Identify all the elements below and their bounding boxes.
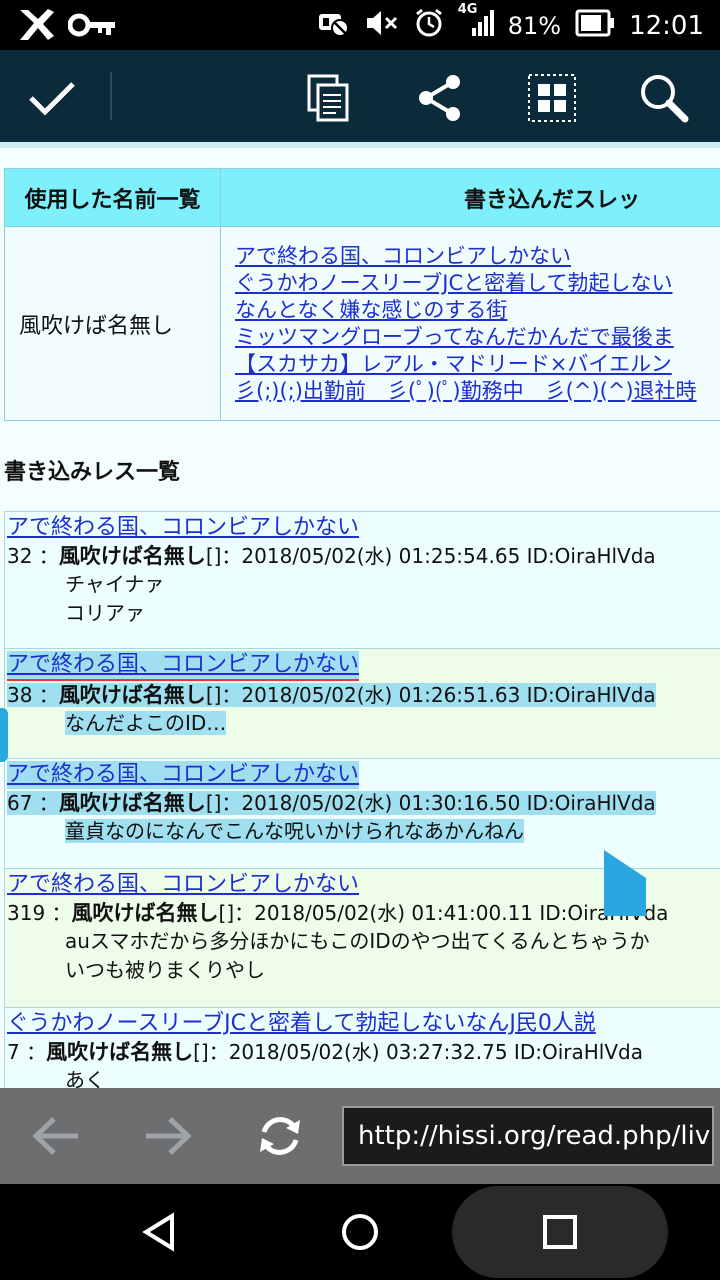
status-bar: 4G 81% 12:01 [0, 0, 720, 50]
url-field[interactable]: http://hissi.org/read.php/liv [342, 1106, 714, 1166]
selection-end-handle[interactable] [604, 850, 646, 916]
selection-start-handle[interactable] [0, 708, 8, 762]
post-number: 32 [7, 544, 33, 568]
poster-name: 風吹けば名無し [58, 683, 206, 707]
check-icon [29, 82, 75, 116]
thread-link[interactable]: ミッツマングローブってなんだかんだで最後ま [235, 324, 720, 351]
post-line: 童貞なのになんでこんな呪いかけられなあかんねん [65, 819, 524, 843]
recents-button[interactable] [536, 1208, 584, 1256]
copy-icon [307, 74, 349, 122]
poster-mail: [] [193, 1040, 209, 1064]
app-x-icon [16, 8, 56, 46]
names-header: 使用した名前一覧 [4, 168, 221, 227]
home-icon [342, 1214, 378, 1250]
poster-name: 風吹けば名無し [58, 544, 206, 568]
post-block: ぐうかわノースリーブJCと密着して勃起しないなんJ民0人説 7 ：風吹けば名無し… [4, 1007, 720, 1088]
post-meta: 2018/05/02(水) 01:25:54.65 ID:OiraHlVda [241, 544, 656, 568]
share-icon [419, 75, 460, 121]
done-button[interactable] [24, 70, 80, 126]
poster-mail: [] [205, 683, 222, 707]
thread-link-list: アで終わる国、コロンビアしかない ぐうかわノースリーブJCと密着して勃起しない … [220, 226, 720, 421]
battery-percent: 81% [507, 12, 562, 40]
poster-mail: [] [218, 901, 235, 925]
post-header: 7 ：風吹けば名無し[]：2018/05/02(水) 03:27:32.75 I… [7, 1040, 643, 1064]
thread-link[interactable]: なんとなく嫌な感じのする街 [235, 297, 720, 324]
alarm-icon [414, 8, 444, 44]
post-header: 67 ：風吹けば名無し[]：2018/05/02(水) 01:30:16.50 … [7, 791, 656, 815]
selection-toolbar [0, 50, 720, 142]
post-line: auスマホだから多分ほかにもこのIDのやつ出てくるんとちゃうか [65, 929, 650, 953]
thread-link[interactable]: アで終わる国、コロンビアしかない [235, 243, 720, 270]
post-thread-link[interactable]: アで終わる国、コロンビアしかない [7, 651, 360, 681]
share-button[interactable] [412, 70, 468, 126]
section-title: 書き込みレス一覧 [4, 460, 181, 485]
threads-header: 書き込んだスレッ [220, 168, 720, 227]
vibrate-off-icon [316, 8, 350, 44]
web-content[interactable]: 使用した名前一覧 書き込んだスレッ 風吹けば名無し アで終わる国、コロンビアしか… [0, 148, 720, 1088]
post-body: チャイナァ コリアァ [7, 570, 720, 628]
poster-name: 風吹けば名無し [71, 901, 219, 925]
back-button[interactable] [28, 1110, 84, 1162]
key-icon [67, 10, 118, 44]
post-line: あく [65, 1068, 105, 1088]
refresh-icon [260, 1117, 300, 1155]
post-header: 32 ：風吹けば名無し[]：2018/05/02(水) 01:25:54.65 … [7, 544, 656, 568]
forward-arrow-icon [146, 1117, 192, 1155]
post-meta: 2018/05/02(水) 03:27:32.75 ID:OiraHlVda [228, 1040, 643, 1064]
back-arrow-icon [32, 1117, 78, 1155]
nav-back-icon [142, 1212, 174, 1252]
mute-icon [364, 8, 400, 44]
recents-icon [543, 1215, 577, 1249]
post-line: なんだよこのID… [65, 711, 227, 735]
post-meta: 2018/05/02(水) 01:30:16.50 ID:OiraHlVda [241, 791, 656, 815]
names-table: 使用した名前一覧 書き込んだスレッ 風吹けば名無し アで終わる国、コロンビアしか… [4, 168, 720, 421]
used-name: 風吹けば名無し [4, 226, 221, 421]
clock: 12:01 [629, 11, 704, 41]
post-number: 67 [7, 791, 33, 815]
poster-name: 風吹けば名無し [46, 1040, 194, 1064]
signal-icon: 4G [458, 2, 494, 44]
post-number: 7 [7, 1040, 20, 1064]
poster-mail: [] [205, 544, 222, 568]
post-thread-link[interactable]: ぐうかわノースリーブJCと密着して勃起しないなんJ民0人説 [7, 1010, 596, 1038]
post-thread-link[interactable]: アで終わる国、コロンビアしかない [7, 514, 359, 542]
refresh-button[interactable] [252, 1110, 308, 1162]
battery-icon [575, 9, 615, 43]
post-body: なんだよこのID… [7, 709, 720, 738]
select-all-icon [528, 74, 576, 122]
post-body: 童貞なのになんでこんな呪いかけられなあかんねん [7, 817, 720, 846]
post-line: チャイナァ [65, 572, 165, 596]
thread-link[interactable]: ぐうかわノースリーブJCと密着して勃起しない [235, 270, 720, 297]
search-icon [641, 75, 689, 123]
system-back-button[interactable] [136, 1208, 184, 1256]
toolbar-divider [110, 72, 112, 120]
system-nav-bar [0, 1184, 720, 1280]
thread-link[interactable]: 彡(;)(;)出勤前 彡(ﾟ)(ﾟ)勤務中 彡(^)(^)退社時 [235, 378, 720, 405]
post-block: アで終わる国、コロンビアしかない 38 ：風吹けば名無し[]：2018/05/0… [4, 648, 720, 759]
forward-button[interactable] [140, 1110, 196, 1162]
browser-nav-bar: http://hissi.org/read.php/liv [0, 1088, 720, 1184]
home-button[interactable] [336, 1208, 384, 1256]
thread-link[interactable]: 【スカサカ】レアル・マドリード×バイエルン [235, 351, 720, 378]
poster-mail: [] [205, 791, 222, 815]
post-line: コリアァ [65, 601, 145, 625]
post-thread-link[interactable]: アで終わる国、コロンビアしかない [7, 871, 359, 899]
post-meta: 2018/05/02(水) 01:26:51.63 ID:OiraHlVda [241, 683, 656, 707]
post-body: auスマホだから多分ほかにもこのIDのやつ出てくるんとちゃうか いつも被りまくり… [7, 927, 720, 985]
post-block: アで終わる国、コロンビアしかない 32 ：風吹けば名無し[]：2018/05/0… [4, 511, 720, 649]
post-number: 319 [7, 901, 46, 925]
poster-name: 風吹けば名無し [58, 791, 206, 815]
select-all-button[interactable] [524, 70, 580, 126]
post-line: いつも被りまくりやし [65, 958, 265, 982]
copy-button[interactable] [300, 70, 356, 126]
post-body: あく [7, 1066, 720, 1088]
search-button[interactable] [636, 70, 692, 126]
post-number: 38 [7, 683, 33, 707]
post-thread-link[interactable]: アで終わる国、コロンビアしかない [7, 761, 360, 789]
post-header: 38 ：風吹けば名無し[]：2018/05/02(水) 01:26:51.63 … [7, 683, 656, 707]
